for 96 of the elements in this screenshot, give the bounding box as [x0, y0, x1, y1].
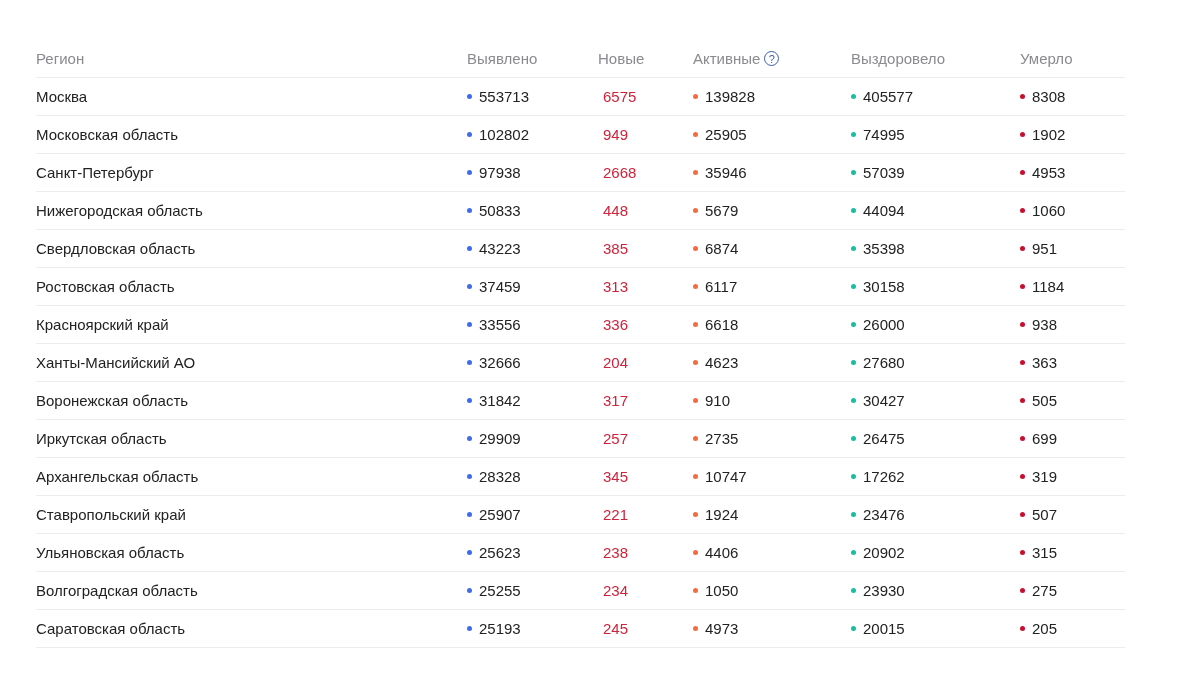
column-header: Выявлено [467, 50, 538, 67]
new-cases-count: 317 [603, 392, 629, 409]
count-value: 938 [1032, 316, 1058, 333]
count-value: 30158 [863, 278, 905, 295]
region-name: Иркутская область [36, 430, 167, 447]
region-name: Ханты-Мансийский АО [36, 354, 196, 371]
region-name: Ставропольский край [36, 506, 186, 523]
count-value: 26000 [863, 316, 905, 333]
count-value: 102802 [479, 126, 530, 143]
region-name: Саратовская область [36, 620, 186, 637]
column-header: Регион [36, 50, 85, 67]
new-cases-count: 245 [603, 620, 629, 637]
new-cases-count: 345 [603, 468, 629, 485]
count-value: 1060 [1032, 202, 1066, 219]
new-cases-count: 221 [603, 506, 629, 523]
count-value: 30427 [863, 392, 905, 409]
count-value: 1184 [1032, 278, 1065, 295]
count-value: 23476 [863, 506, 905, 523]
new-cases-count: 949 [603, 126, 629, 143]
count-value: 6618 [705, 316, 739, 333]
count-value: 1924 [705, 506, 739, 523]
column-header: Активные [693, 50, 761, 67]
count-value: 1050 [705, 582, 739, 599]
new-cases-count: 336 [603, 316, 629, 333]
count-value: 57039 [863, 164, 905, 181]
new-cases-count: 448 [603, 202, 629, 219]
count-value: 33556 [479, 316, 521, 333]
region-name: Санкт-Петербург [36, 164, 154, 181]
region-name: Архангельская область [36, 468, 199, 485]
region-name: Волгоградская область [36, 582, 198, 599]
count-value: 35946 [705, 164, 747, 181]
count-value: 8308 [1032, 88, 1066, 105]
new-cases-count: 234 [603, 582, 629, 599]
count-value: 10747 [705, 468, 747, 485]
count-value: 35398 [863, 240, 905, 257]
region-name: Москва [36, 88, 88, 105]
count-value: 4973 [705, 620, 739, 637]
count-value: 25623 [479, 544, 521, 561]
region-name: Ростовская область [36, 278, 175, 295]
count-value: 25905 [705, 126, 747, 143]
count-value: 505 [1032, 392, 1058, 409]
region-name: Нижегородская область [36, 202, 203, 219]
count-value: 4406 [705, 544, 739, 561]
count-value: 363 [1032, 354, 1058, 371]
count-value: 43223 [479, 240, 521, 257]
count-value: 97938 [479, 164, 521, 181]
region-name: Свердловская область [36, 240, 196, 257]
count-value: 44094 [863, 202, 905, 219]
count-value: 31842 [479, 392, 521, 409]
region-name: Красноярский край [36, 316, 169, 333]
count-value: 1902 [1032, 126, 1066, 143]
count-value: 25907 [479, 506, 521, 523]
count-value: 25255 [479, 582, 521, 599]
column-header: Новые [598, 50, 645, 67]
count-value: 23930 [863, 582, 905, 599]
region-name: Московская область [36, 126, 178, 143]
column-header: Выздоровело [851, 50, 946, 67]
count-value: 29909 [479, 430, 521, 447]
count-value: 205 [1032, 620, 1058, 637]
new-cases-count: 2668 [603, 164, 637, 181]
new-cases-count: 313 [603, 278, 629, 295]
region-name: Ульяновская область [36, 544, 185, 561]
new-cases-count: 204 [603, 354, 629, 371]
region-name: Воронежская область [36, 392, 189, 409]
new-cases-count: 385 [603, 240, 629, 257]
count-value: 37459 [479, 278, 521, 295]
count-value: 2735 [705, 430, 739, 447]
count-value: 20902 [863, 544, 905, 561]
count-value: 507 [1032, 506, 1058, 523]
count-value: 5679 [705, 202, 739, 219]
count-value: 405577 [863, 88, 914, 105]
new-cases-count: 257 [603, 430, 629, 447]
new-cases-count: 6575 [603, 88, 637, 105]
count-value: 319 [1032, 468, 1058, 485]
count-value: 17262 [863, 468, 905, 485]
count-value: 28328 [479, 468, 521, 485]
new-cases-count: 238 [603, 544, 629, 561]
count-value: 139828 [705, 88, 756, 105]
count-value: 32666 [479, 354, 521, 371]
count-value: 315 [1032, 544, 1058, 561]
count-value: 20015 [863, 620, 905, 637]
count-value: 6874 [705, 240, 739, 257]
count-value: 275 [1032, 582, 1058, 599]
count-value: 4953 [1032, 164, 1066, 181]
count-value: 951 [1032, 240, 1058, 257]
count-value: 26475 [863, 430, 905, 447]
count-value: 4623 [705, 354, 739, 371]
count-value: 699 [1032, 430, 1058, 447]
count-value: 910 [705, 392, 731, 409]
count-value: 553713 [479, 88, 530, 105]
count-value: 27680 [863, 354, 905, 371]
count-value: 25193 [479, 620, 521, 637]
column-header: Умерло [1020, 50, 1073, 67]
count-value: 6117 [705, 278, 738, 295]
count-value: 74995 [863, 126, 905, 143]
count-value: 50833 [479, 202, 521, 219]
